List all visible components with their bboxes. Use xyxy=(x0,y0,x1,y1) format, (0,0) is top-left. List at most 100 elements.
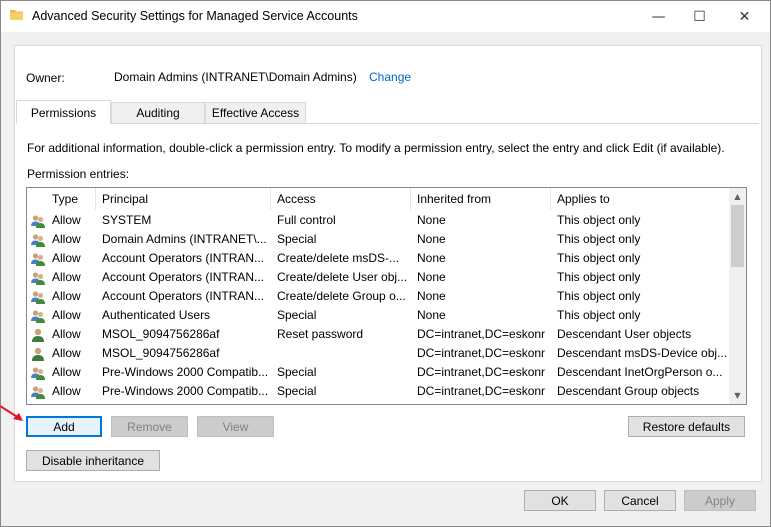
maximize-button[interactable]: ☐ xyxy=(677,1,722,32)
cell-applies-to: Descendant Group objects xyxy=(557,384,700,398)
cell-principal: Account Operators (INTRAN... xyxy=(102,270,265,284)
table-row[interactable]: Allow SYSTEM Full control None This object o… xyxy=(27,211,727,230)
cell-applies-to: Descendant User objects xyxy=(557,327,692,341)
permission-entries-label: Permission entries: xyxy=(27,167,130,181)
tab-permissions[interactable]: Permissions xyxy=(16,100,111,124)
cell-access: Create/delete msDS-... xyxy=(277,251,400,265)
cell-inherited-from: None xyxy=(417,232,446,246)
title-bar[interactable]: Advanced Security Settings for Managed S… xyxy=(1,1,770,32)
red-annotation-arrow-icon xyxy=(0,405,23,421)
cell-applies-to: Descendant InetOrgPerson o... xyxy=(557,365,723,379)
minimize-button[interactable]: — xyxy=(636,1,681,32)
owner-label: Owner: xyxy=(26,71,65,85)
cell-principal: Pre-Windows 2000 Compatib... xyxy=(102,365,269,379)
cell-type: Allow xyxy=(52,213,81,227)
close-icon: ✕ xyxy=(738,8,751,25)
cell-access: Special xyxy=(277,232,317,246)
cell-applies-to: This object only xyxy=(557,213,641,227)
change-owner-link[interactable]: Change xyxy=(369,70,411,84)
cell-type: Allow xyxy=(52,308,81,322)
column-header-type[interactable]: Type xyxy=(46,188,96,210)
cell-access: Reset password xyxy=(277,327,364,341)
view-button[interactable]: View xyxy=(197,416,274,437)
folder-icon xyxy=(10,10,23,20)
cell-access: Full control xyxy=(277,213,336,227)
restore-defaults-button[interactable]: Restore defaults xyxy=(628,416,745,437)
vertical-scrollbar[interactable]: ▲ ▼ xyxy=(729,188,746,404)
column-header-applies-to[interactable]: Applies to xyxy=(551,188,727,210)
table-row[interactable]: Allow Account Operators (INTRAN... Create/… xyxy=(27,268,727,287)
cell-principal: Domain Admins (INTRANET\... xyxy=(102,232,267,246)
scrollbar-thumb[interactable] xyxy=(731,205,744,267)
table-row[interactable]: Allow Authenticated Users Special None This … xyxy=(27,306,727,325)
cell-type: Allow xyxy=(52,327,81,341)
owner-value: Domain Admins (INTRANET\Domain Admins) xyxy=(114,70,357,84)
group-icon xyxy=(31,291,45,304)
scroll-down-icon[interactable]: ▼ xyxy=(729,387,746,404)
cell-principal: MSOL_9094756286af xyxy=(102,346,220,360)
cell-principal: SYSTEM xyxy=(102,213,152,227)
security-settings-window: Advanced Security Settings for Managed S… xyxy=(0,0,771,527)
cell-type: Allow xyxy=(52,232,81,246)
table-row[interactable]: Allow Domain Admins (INTRANET\... Special N… xyxy=(27,230,727,249)
cell-principal: Pre-Windows 2000 Compatib... xyxy=(102,384,269,398)
cell-applies-to: Descendant msDS-Device obj... xyxy=(557,346,727,360)
table-row[interactable]: Allow Account Operators (INTRAN... Create/… xyxy=(27,249,727,268)
window-title: Advanced Security Settings for Managed S… xyxy=(32,9,358,23)
cancel-button[interactable]: Cancel xyxy=(604,490,676,511)
table-row[interactable]: Allow MSOL_9094756286af DC=intranet,DC=esk… xyxy=(27,344,727,363)
cell-applies-to: This object only xyxy=(557,308,641,322)
cell-inherited-from: None xyxy=(417,251,446,265)
cell-principal: MSOL_9094756286af xyxy=(102,327,220,341)
cell-applies-to: This object only xyxy=(557,270,641,284)
permissions-panel: For additional information, double-click… xyxy=(16,123,759,480)
group-icon xyxy=(31,253,45,266)
tab-auditing[interactable]: Auditing xyxy=(111,102,205,123)
cell-type: Allow xyxy=(52,365,81,379)
cell-type: Allow xyxy=(52,384,81,398)
add-button[interactable]: Add xyxy=(26,416,102,437)
table-row[interactable]: Allow Pre-Windows 2000 Compatib... Special… xyxy=(27,382,727,401)
cell-inherited-from: None xyxy=(417,213,446,227)
cell-access: Special xyxy=(277,365,317,379)
table-row[interactable]: Allow MSOL_9094756286af Reset password DC=i… xyxy=(27,325,727,344)
ok-button[interactable]: OK xyxy=(524,490,596,511)
disable-inheritance-button[interactable]: Disable inheritance xyxy=(26,450,160,471)
cell-inherited-from: DC=intranet,DC=eskonr xyxy=(417,327,546,341)
cell-access: Create/delete User obj... xyxy=(277,270,408,284)
table-row[interactable]: Allow Pre-Windows 2000 Compatib... Special… xyxy=(27,363,727,382)
column-header-access[interactable]: Access xyxy=(271,188,411,210)
maximize-icon: ☐ xyxy=(693,8,706,25)
cell-principal: Authenticated Users xyxy=(102,308,211,322)
column-header-inherited-from[interactable]: Inherited from xyxy=(411,188,551,210)
remove-button[interactable]: Remove xyxy=(111,416,188,437)
cell-applies-to: This object only xyxy=(557,251,641,265)
column-header-principal[interactable]: Principal xyxy=(96,188,271,210)
scroll-up-icon[interactable]: ▲ xyxy=(729,188,746,205)
cell-principal: Account Operators (INTRAN... xyxy=(102,251,265,265)
user-icon xyxy=(32,328,44,342)
cell-type: Allow xyxy=(52,346,81,360)
tab-effective-access[interactable]: Effective Access xyxy=(205,102,306,123)
cell-access xyxy=(271,344,411,363)
apply-button[interactable]: Apply xyxy=(684,490,756,511)
permission-entries-list[interactable]: Type Principal Access Inherited from App… xyxy=(26,187,747,405)
group-icon xyxy=(31,272,45,285)
table-row[interactable]: Allow Account Operators (INTRAN... Create/… xyxy=(27,287,727,306)
cell-type: Allow xyxy=(52,251,81,265)
cell-applies-to: This object only xyxy=(557,289,641,303)
cell-inherited-from: DC=intranet,DC=eskonr xyxy=(417,384,546,398)
cell-inherited-from: DC=intranet,DC=eskonr xyxy=(417,365,546,379)
cell-type: Allow xyxy=(52,289,81,303)
close-button[interactable]: ✕ xyxy=(722,1,767,32)
list-header: Type Principal Access Inherited from App… xyxy=(27,188,727,210)
cell-inherited-from: None xyxy=(417,270,446,284)
cell-principal: Account Operators (INTRAN... xyxy=(102,289,265,303)
group-icon xyxy=(31,386,45,399)
cell-inherited-from: None xyxy=(417,289,446,303)
cell-inherited-from: None xyxy=(417,308,446,322)
group-icon xyxy=(31,310,45,323)
group-icon xyxy=(31,367,45,380)
group-icon xyxy=(31,215,45,228)
cell-applies-to: This object only xyxy=(557,232,641,246)
